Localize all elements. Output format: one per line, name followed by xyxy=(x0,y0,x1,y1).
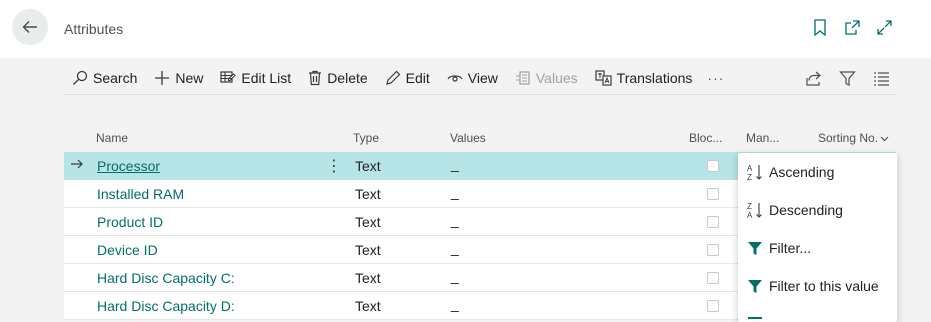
values-label: Values xyxy=(535,69,578,86)
attribute-values[interactable]: _ xyxy=(451,212,459,228)
filter-icon xyxy=(746,239,764,257)
attribute-values[interactable]: _ xyxy=(451,156,459,172)
column-header-mandatory[interactable]: Man... xyxy=(746,131,779,145)
attribute-name[interactable]: Product ID xyxy=(97,214,163,230)
svg-text:A: A xyxy=(747,211,753,219)
blocked-checkbox[interactable] xyxy=(707,244,719,256)
edit-list-button[interactable]: Edit List xyxy=(220,70,291,86)
filter-pane-icon[interactable] xyxy=(838,69,856,87)
more-actions-button[interactable]: ··· xyxy=(707,70,724,86)
page-title: Attributes xyxy=(64,21,124,37)
menu-item-filter-to-value-label: Filter to this value xyxy=(769,278,879,294)
svg-text:A: A xyxy=(747,164,753,173)
column-header-name[interactable]: Name xyxy=(96,131,128,145)
trash-icon xyxy=(309,70,322,85)
attribute-name[interactable]: Hard Disc Capacity D: xyxy=(97,298,235,314)
menu-item-descending-label: Descending xyxy=(769,202,843,218)
attribute-values[interactable]: _ xyxy=(451,184,459,200)
menu-item-ascending[interactable]: AZ Ascending xyxy=(738,157,897,187)
column-header-values[interactable]: Values xyxy=(450,131,486,145)
filter-icon xyxy=(746,277,764,295)
view-button[interactable]: View xyxy=(447,70,498,86)
search-label: Search xyxy=(93,69,138,86)
blocked-checkbox[interactable] xyxy=(707,160,719,172)
menu-item-descending[interactable]: ZA Descending xyxy=(738,195,897,225)
edit-label: Edit xyxy=(405,69,430,86)
attribute-name[interactable]: Installed RAM xyxy=(97,186,184,202)
translations-label: Translations xyxy=(616,69,693,86)
attribute-name[interactable]: Hard Disc Capacity C: xyxy=(97,270,235,286)
column-header-sorting-no[interactable]: Sorting No. xyxy=(818,131,889,145)
share-icon[interactable] xyxy=(804,69,822,87)
menu-item-ascending-label: Ascending xyxy=(769,164,835,180)
svg-text:Z: Z xyxy=(747,173,752,181)
new-button[interactable]: New xyxy=(154,70,203,86)
eye-icon xyxy=(447,74,463,82)
edit-list-icon xyxy=(220,70,237,83)
delete-button[interactable]: Delete xyxy=(308,69,368,86)
chevron-down-icon xyxy=(880,136,889,141)
column-header-type[interactable]: Type xyxy=(353,131,379,145)
new-label: New xyxy=(175,69,204,86)
edit-list-label: Edit List xyxy=(241,69,292,86)
attribute-type: Text xyxy=(355,242,381,258)
edit-button[interactable]: Edit xyxy=(385,70,430,86)
back-arrow-icon xyxy=(22,21,37,33)
pencil-icon xyxy=(385,70,401,85)
delete-label: Delete xyxy=(327,69,368,86)
search-button[interactable]: Search xyxy=(72,70,137,86)
bookmark-icon[interactable] xyxy=(811,18,829,36)
sort-ascending-icon: AZ xyxy=(746,163,764,181)
attribute-name[interactable]: Processor xyxy=(97,158,160,174)
attribute-type: Text xyxy=(355,298,381,314)
attribute-type: Text xyxy=(355,158,381,174)
open-new-window-icon[interactable] xyxy=(843,18,861,36)
column-header-blocked[interactable]: Bloc... xyxy=(689,131,722,145)
sort-descending-icon: ZA xyxy=(746,201,764,219)
search-icon xyxy=(73,70,88,85)
blocked-checkbox[interactable] xyxy=(707,188,719,200)
row-actions-icon[interactable]: ⋮ xyxy=(326,156,342,176)
menu-item-filter-label: Filter... xyxy=(769,240,812,256)
translations-icon xyxy=(595,69,612,86)
column-header-sorting-label: Sorting No. xyxy=(818,131,879,145)
page-header: Attributes xyxy=(0,0,931,58)
attribute-type: Text xyxy=(355,270,381,286)
plus-icon xyxy=(155,70,170,85)
view-label: View xyxy=(467,69,498,86)
attribute-type: Text xyxy=(355,186,381,202)
attribute-type: Text xyxy=(355,214,381,230)
values-icon xyxy=(515,70,530,85)
expand-icon[interactable] xyxy=(875,18,893,36)
sort-filter-menu: AZ Ascending ZA Descending Filter... Fil… xyxy=(738,153,897,322)
back-button[interactable] xyxy=(12,9,48,45)
menu-item-filter[interactable]: Filter... xyxy=(738,233,897,263)
blocked-checkbox[interactable] xyxy=(707,216,719,228)
action-bar: Search New Edit List Delete Edit View Va… xyxy=(64,61,896,95)
menu-scroll-hint xyxy=(748,317,762,319)
menu-item-filter-to-value[interactable]: Filter to this value xyxy=(738,271,897,301)
row-selected-arrow-icon xyxy=(70,157,84,174)
translations-button[interactable]: Translations xyxy=(595,69,693,86)
svg-text:Z: Z xyxy=(747,202,752,211)
list-view-icon[interactable] xyxy=(872,69,890,87)
attribute-values[interactable]: _ xyxy=(451,240,459,256)
blocked-checkbox[interactable] xyxy=(707,272,719,284)
blocked-checkbox[interactable] xyxy=(707,300,719,312)
attribute-name[interactable]: Device ID xyxy=(97,242,158,258)
values-button[interactable]: Values xyxy=(515,70,578,86)
attribute-values[interactable]: _ xyxy=(451,268,459,284)
attribute-values[interactable]: _ xyxy=(451,296,459,312)
table-header: Name Type Values Bloc... Man... Sorting … xyxy=(64,122,896,152)
